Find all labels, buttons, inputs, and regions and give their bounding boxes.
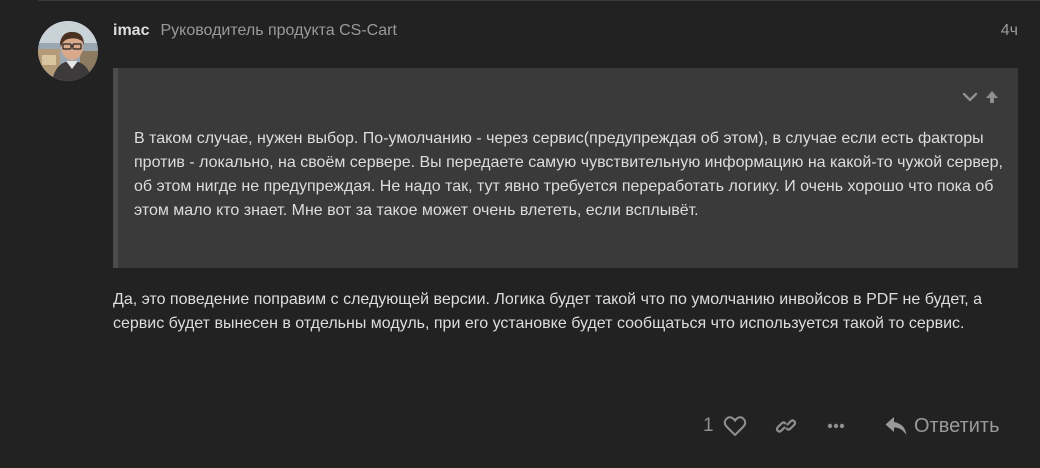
username[interactable]: imac (113, 22, 149, 40)
quote-controls (961, 88, 1001, 106)
post-divider (38, 0, 1040, 1)
chevron-down-icon[interactable] (961, 88, 979, 106)
arrow-up-icon[interactable] (983, 88, 1001, 106)
reply-label: Ответить (914, 414, 1000, 437)
avatar-image (38, 21, 98, 81)
reply-icon (884, 415, 908, 437)
user-title: Руководитель продукта CS-Cart (160, 22, 397, 39)
like-count[interactable]: 1 (703, 415, 714, 437)
avatar[interactable] (38, 21, 98, 81)
post-date[interactable]: 4ч (1001, 20, 1018, 42)
quote-text: В таком случае, нужен выбор. По-умолчани… (134, 130, 1003, 219)
ellipsis-icon[interactable] (826, 418, 846, 434)
quote-block: В таком случае, нужен выбор. По-умолчани… (113, 68, 1018, 268)
heart-icon[interactable] (722, 414, 748, 438)
post-body: Да, это поведение поправим с следующей в… (113, 291, 983, 332)
link-icon[interactable] (774, 414, 798, 438)
post-header: imac Руководитель продукта CS-Cart (113, 20, 397, 42)
reply-button[interactable]: Ответить (884, 411, 1000, 441)
